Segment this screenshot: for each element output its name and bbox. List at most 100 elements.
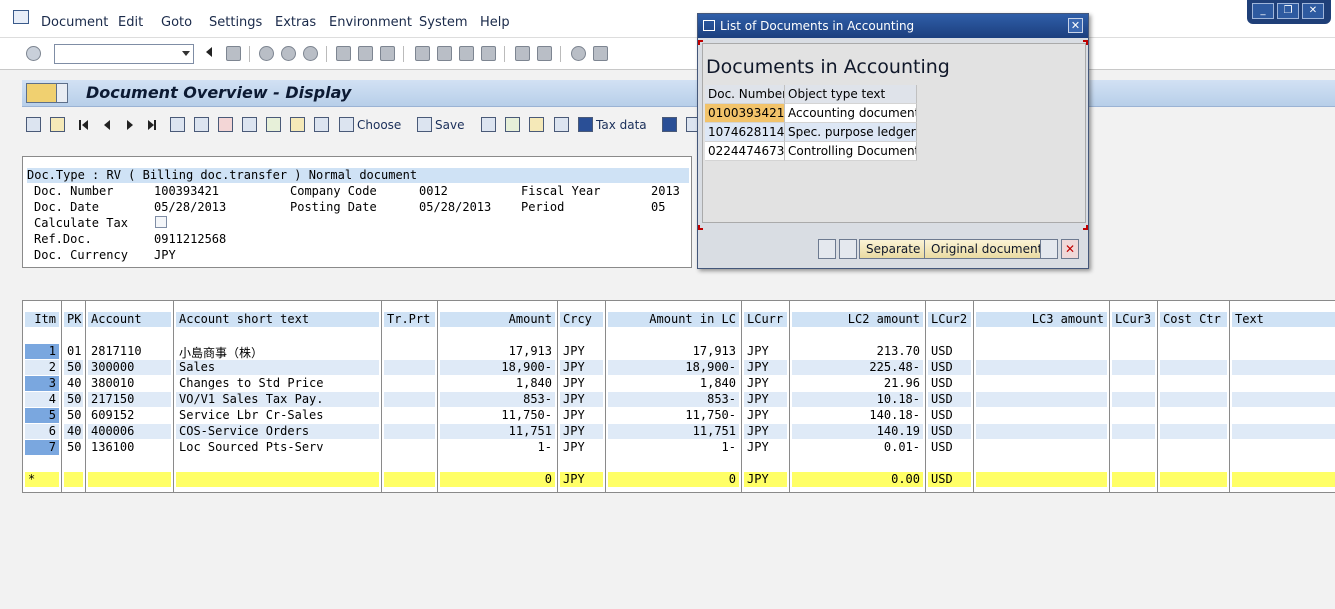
table-cell[interactable] [384,360,435,375]
table-cell[interactable]: 01 [64,344,83,359]
table-cell[interactable]: VO/V1 Sales Tax Pay. [176,392,379,407]
menu-document[interactable]: Document [41,15,108,30]
document-header-icon[interactable] [481,117,496,132]
total-cell[interactable]: 0 [608,472,739,487]
table-cell[interactable]: JPY [744,360,787,375]
table-cell[interactable]: 10.18- [792,392,923,407]
popup-close-button[interactable]: ✕ [1068,18,1083,33]
zoom-out-icon[interactable] [839,239,857,259]
table-cell[interactable] [1232,424,1335,439]
subtotal-icon[interactable] [290,117,305,132]
total-cell[interactable]: 0 [440,472,555,487]
print-icon[interactable] [1040,239,1058,259]
table-cell[interactable] [1112,392,1155,407]
item-number-cell[interactable]: 6 [25,424,59,439]
table-cell[interactable]: USD [928,360,971,375]
table-cell[interactable]: JPY [560,408,603,423]
change-layout-icon[interactable] [314,117,329,132]
document-row[interactable]: 0224474673 Controlling Document [705,142,917,161]
set-filter-icon[interactable] [242,117,257,132]
table-cell[interactable] [384,376,435,391]
total-cell[interactable]: * [25,472,59,487]
table-cell[interactable]: 11,751 [608,424,739,439]
table-cell[interactable]: JPY [560,360,603,375]
col-object-type[interactable]: Object type text [785,85,917,104]
menu-settings[interactable]: Settings [209,15,262,30]
doc-number-cell[interactable]: 0224474673 [705,142,785,161]
column-header[interactable]: LC3 amount [976,312,1107,327]
column-header[interactable]: Tr.Prt [384,312,435,327]
calc-tax-checkbox[interactable] [155,216,167,228]
document-row[interactable]: 1074628114 Spec. purpose ledger [705,123,917,142]
print-icon[interactable] [336,46,351,61]
app-menu-icon[interactable] [13,10,29,24]
object-type-cell[interactable]: Controlling Document [785,142,917,161]
col-doc-number[interactable]: Doc. Number [705,85,785,104]
column-header[interactable]: Account short text [176,312,379,327]
table-cell[interactable] [1112,360,1155,375]
info-icon[interactable] [662,117,677,132]
table-cell[interactable]: USD [928,440,971,455]
table-cell[interactable]: 50 [64,392,83,407]
back-arrow-icon[interactable] [206,47,212,57]
menu-edit[interactable]: Edit [118,15,143,30]
edit-pencil-icon[interactable] [50,117,65,132]
total-cell[interactable] [1160,472,1227,487]
table-cell[interactable] [1160,376,1227,391]
table-cell[interactable] [976,440,1107,455]
table-cell[interactable] [976,376,1107,391]
original-document-button[interactable]: Original document [924,239,1050,259]
doc-number-cell[interactable]: 1074628114 [705,123,785,142]
menu-goto[interactable]: Goto [161,15,192,30]
item-number-cell[interactable]: 5 [25,408,59,423]
table-cell[interactable] [1232,376,1335,391]
previous-item-icon[interactable] [104,120,110,130]
document-row[interactable]: 0100393421 Accounting document [705,104,917,123]
table-cell[interactable] [976,344,1107,359]
table-cell[interactable] [1232,408,1335,423]
cancel-icon[interactable] [303,46,318,61]
table-cell[interactable]: 18,900- [440,360,555,375]
table-cell[interactable]: 50 [64,408,83,423]
close-window-button[interactable]: ✕ [1302,3,1324,19]
table-cell[interactable] [1112,440,1155,455]
back-icon[interactable] [259,46,274,61]
table-cell[interactable]: 300000 [88,360,171,375]
table-cell[interactable]: Loc Sourced Pts-Serv [176,440,379,455]
table-cell[interactable]: USD [928,376,971,391]
table-cell[interactable]: JPY [744,424,787,439]
table-cell[interactable]: 213.70 [792,344,923,359]
minimize-button[interactable]: _ [1252,3,1274,19]
find-next-icon[interactable] [380,46,395,61]
shortcut-icon[interactable] [537,46,552,61]
total-cell[interactable] [976,472,1107,487]
table-cell[interactable] [1232,360,1335,375]
column-header[interactable]: Amount in LC [608,312,739,327]
total-cell[interactable]: 0.00 [792,472,923,487]
table-cell[interactable]: 50 [64,440,83,455]
table-cell[interactable]: USD [928,344,971,359]
command-field[interactable] [54,44,194,64]
total-cell[interactable] [1232,472,1335,487]
table-cell[interactable]: COS-Service Orders [176,424,379,439]
column-header[interactable]: Text [1232,312,1335,327]
table-cell[interactable]: 40 [64,376,83,391]
separate-button[interactable]: Separate [859,239,928,259]
table-cell[interactable]: 17,913 [608,344,739,359]
table-cell[interactable]: JPY [744,440,787,455]
table-cell[interactable]: 0.01- [792,440,923,455]
table-cell[interactable]: 400006 [88,424,171,439]
doc-number-cell[interactable]: 0100393421 [705,104,785,123]
table-cell[interactable]: Sales [176,360,379,375]
total-cell[interactable]: JPY [560,472,603,487]
display-icon[interactable] [26,117,41,132]
tax-data-icon[interactable] [578,117,593,132]
total-icon[interactable] [266,117,281,132]
enter-icon[interactable] [26,46,41,61]
table-cell[interactable]: 380010 [88,376,171,391]
table-cell[interactable] [1232,392,1335,407]
table-cell[interactable]: USD [928,408,971,423]
table-cell[interactable]: 140.18- [792,408,923,423]
table-cell[interactable] [1160,344,1227,359]
item-number-cell[interactable]: 1 [25,344,59,359]
